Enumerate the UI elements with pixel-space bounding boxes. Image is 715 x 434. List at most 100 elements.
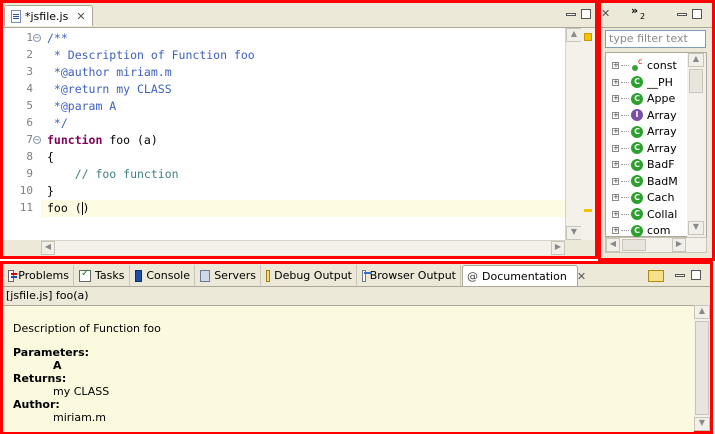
link-with-editor-icon[interactable] — [648, 270, 664, 282]
filter-input[interactable]: type filter text — [605, 30, 706, 48]
code-line[interactable]: * Description of Function foo — [47, 47, 255, 64]
outline-scroll-down-icon[interactable]: ▼ — [688, 221, 704, 235]
outline-maximize-icon[interactable] — [692, 9, 702, 19]
doc-scroll-down-icon[interactable]: ▼ — [694, 417, 710, 431]
code-line[interactable]: // foo function — [47, 166, 179, 183]
outline-scroll-left-icon[interactable]: ◀ — [606, 238, 620, 252]
class-icon: C — [631, 191, 643, 204]
editor-vertical-scrollbar[interactable]: ▲ ▼ — [565, 28, 582, 240]
class-icon: C — [631, 76, 643, 88]
class-icon: C — [631, 125, 643, 138]
outline-item[interactable]: + C Array — [606, 140, 686, 157]
doc-returns-value: my CLASS — [53, 385, 110, 398]
tab-debug-output[interactable]: Debug Output — [262, 265, 357, 286]
bottom-maximize-icon[interactable] — [691, 270, 701, 280]
tab-console[interactable]: Console — [131, 265, 195, 286]
scroll-right-icon[interactable]: ▶ — [551, 241, 565, 255]
line-number: 1 — [26, 31, 33, 44]
bottom-minimize-icon[interactable] — [675, 274, 685, 277]
outline-item[interactable]: + C Collal — [606, 206, 686, 223]
warning-marker-icon[interactable] — [584, 33, 592, 41]
code-editor[interactable]: 1−2 3 4 5 6 7−8 9 10 11 /** * Description of Fun… — [3, 28, 595, 255]
close-view-icon[interactable]: ✕ — [601, 7, 610, 20]
outline-item[interactable]: + C BadM — [606, 173, 686, 190]
outline-minimize-icon[interactable] — [677, 13, 687, 16]
expand-icon[interactable]: + — [612, 177, 619, 185]
outline-vertical-scrollbar[interactable]: ▲ ▼ — [687, 53, 706, 237]
tree-connector — [621, 147, 629, 149]
expand-icon[interactable]: + — [612, 95, 619, 102]
outline-item[interactable]: + C Array — [606, 123, 686, 140]
code-line[interactable]: *@param A — [47, 98, 116, 115]
occurrence-marker[interactable] — [584, 209, 592, 212]
outline-item[interactable]: + C __PH — [606, 74, 686, 91]
expand-icon[interactable]: + — [612, 128, 619, 135]
overview-ruler[interactable] — [581, 28, 595, 240]
expand-icon[interactable]: + — [612, 210, 619, 218]
tab-browser-output[interactable]: Browser Output — [358, 265, 461, 286]
fold-toggle-icon[interactable]: − — [33, 34, 41, 42]
code-token: // foo function — [47, 167, 179, 181]
more-views-icon[interactable]: » — [631, 4, 638, 17]
editor-horizontal-scrollbar[interactable]: ◀ ▶ — [41, 240, 565, 255]
class-icon: C — [631, 175, 643, 187]
expand-icon[interactable]: + — [612, 78, 619, 86]
outline-scroll-up-icon[interactable]: ▲ — [688, 53, 704, 67]
tab-at[interactable]: @ Documentation ✕ — [462, 265, 586, 286]
line-number: 4 — [26, 82, 33, 95]
problems-icon — [8, 269, 18, 282]
minimize-icon[interactable] — [566, 13, 576, 16]
close-tab-icon[interactable]: ✕ — [577, 270, 586, 283]
code-line[interactable]: *@author miriam.m — [47, 64, 172, 81]
outline-item[interactable]: + const — [606, 57, 686, 74]
browser-output-icon — [362, 269, 372, 282]
expand-icon[interactable]: + — [612, 144, 619, 152]
expand-icon[interactable]: + — [612, 194, 619, 201]
expand-icon[interactable]: + — [612, 161, 619, 168]
close-tab-icon[interactable]: ✕ — [76, 10, 85, 23]
outline-item[interactable]: + C Appe — [606, 90, 686, 107]
outline-scroll-thumb[interactable] — [622, 239, 646, 251]
doc-vertical-scrollbar[interactable]: ▲ ▼ — [694, 305, 710, 431]
editor-tab-jsfile[interactable]: *jsfile.js ✕ — [4, 5, 93, 26]
code-line[interactable]: function foo (a) — [47, 132, 158, 149]
tab-problems[interactable]: Problems — [4, 265, 74, 286]
line-number: 10 — [19, 184, 33, 197]
outline-item-label: Array — [647, 125, 677, 138]
outline-item[interactable]: + C BadF — [606, 156, 686, 173]
code-line[interactable]: /** — [47, 30, 68, 47]
expand-icon[interactable]: + — [612, 111, 619, 119]
scroll-left-icon[interactable]: ◀ — [41, 241, 55, 255]
js-file-icon — [11, 9, 21, 23]
expand-icon[interactable]: + — [612, 227, 619, 234]
code-line[interactable]: { — [47, 149, 54, 166]
outline-item[interactable]: + I Array — [606, 107, 686, 124]
code-text[interactable]: /** * Description of Function foo *@auth… — [41, 28, 565, 240]
scroll-up-icon[interactable]: ▲ — [566, 28, 582, 42]
doc-scroll-up-icon[interactable]: ▲ — [694, 305, 710, 319]
scroll-down-icon[interactable]: ▼ — [566, 226, 582, 240]
class-icon: C — [631, 158, 643, 171]
tab-label: Documentation — [482, 269, 567, 283]
code-line[interactable]: */ — [47, 115, 68, 132]
fold-toggle-icon[interactable]: − — [33, 136, 41, 144]
doc-scroll-thumb[interactable] — [695, 321, 709, 415]
outline-scroll-right-icon[interactable]: ▶ — [672, 238, 686, 252]
doc-description: Description of Function foo — [13, 322, 161, 335]
code-line[interactable]: *@return my CLASS — [47, 81, 172, 98]
code-token: ) — [82, 201, 90, 215]
outline-horizontal-scrollbar[interactable]: ◀ ▶ — [605, 237, 707, 253]
code-line[interactable]: foo () — [47, 200, 90, 217]
tab-servers[interactable]: Servers — [196, 265, 261, 286]
tab-tasks[interactable]: Tasks — [75, 265, 130, 286]
code-token: } — [47, 184, 54, 198]
outline-scroll-thumb-v[interactable] — [689, 69, 703, 93]
code-token: { — [47, 150, 54, 164]
doc-params-label: Parameters: — [13, 346, 90, 359]
doc-returns-label: Returns: — [13, 372, 67, 385]
outline-item[interactable]: + C Cach — [606, 189, 686, 206]
expand-icon[interactable]: + — [612, 62, 619, 69]
tree-connector — [621, 213, 629, 215]
code-line[interactable]: } — [47, 183, 54, 200]
maximize-icon[interactable] — [581, 9, 591, 19]
